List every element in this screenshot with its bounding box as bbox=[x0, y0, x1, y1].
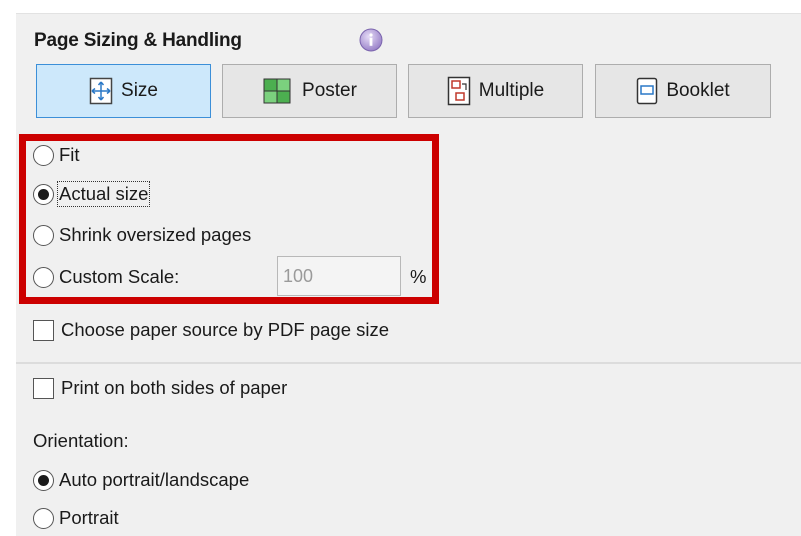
size-mode-label: Size bbox=[121, 80, 158, 101]
duplex-checkbox[interactable] bbox=[33, 377, 54, 399]
multiple-icon bbox=[447, 76, 470, 106]
auto-orientation-label: Auto portrait/landscape bbox=[59, 469, 250, 490]
poster-icon bbox=[263, 78, 291, 104]
info-icon[interactable] bbox=[358, 27, 384, 53]
highlight-annotation-box bbox=[19, 134, 439, 304]
multiple-mode-label: Multiple bbox=[478, 80, 545, 101]
auto-orientation-radio[interactable] bbox=[33, 469, 54, 491]
paper-source-label: Choose paper source by PDF page size bbox=[61, 319, 390, 340]
size-icon bbox=[89, 77, 113, 105]
portrait-label: Portrait bbox=[59, 507, 119, 528]
booklet-mode-label: Booklet bbox=[666, 80, 730, 101]
poster-mode-label: Poster bbox=[302, 80, 357, 101]
section-title: Page Sizing & Handling bbox=[34, 30, 242, 51]
portrait-option[interactable]: Portrait bbox=[33, 504, 119, 532]
size-mode-button[interactable]: Size bbox=[36, 64, 211, 118]
section-divider bbox=[16, 362, 801, 364]
poster-mode-button[interactable]: Poster bbox=[222, 64, 397, 118]
multiple-mode-button[interactable]: Multiple bbox=[408, 64, 583, 118]
duplex-label: Print on both sides of paper bbox=[61, 377, 288, 398]
booklet-icon bbox=[637, 77, 658, 105]
orientation-heading: Orientation: bbox=[33, 430, 129, 451]
booklet-mode-button[interactable]: Booklet bbox=[595, 64, 771, 118]
auto-orientation-option[interactable]: Auto portrait/landscape bbox=[33, 466, 249, 494]
paper-source-option[interactable]: Choose paper source by PDF page size bbox=[33, 316, 389, 344]
portrait-radio[interactable] bbox=[33, 507, 54, 529]
paper-source-checkbox[interactable] bbox=[33, 319, 54, 341]
duplex-option[interactable]: Print on both sides of paper bbox=[33, 374, 287, 402]
